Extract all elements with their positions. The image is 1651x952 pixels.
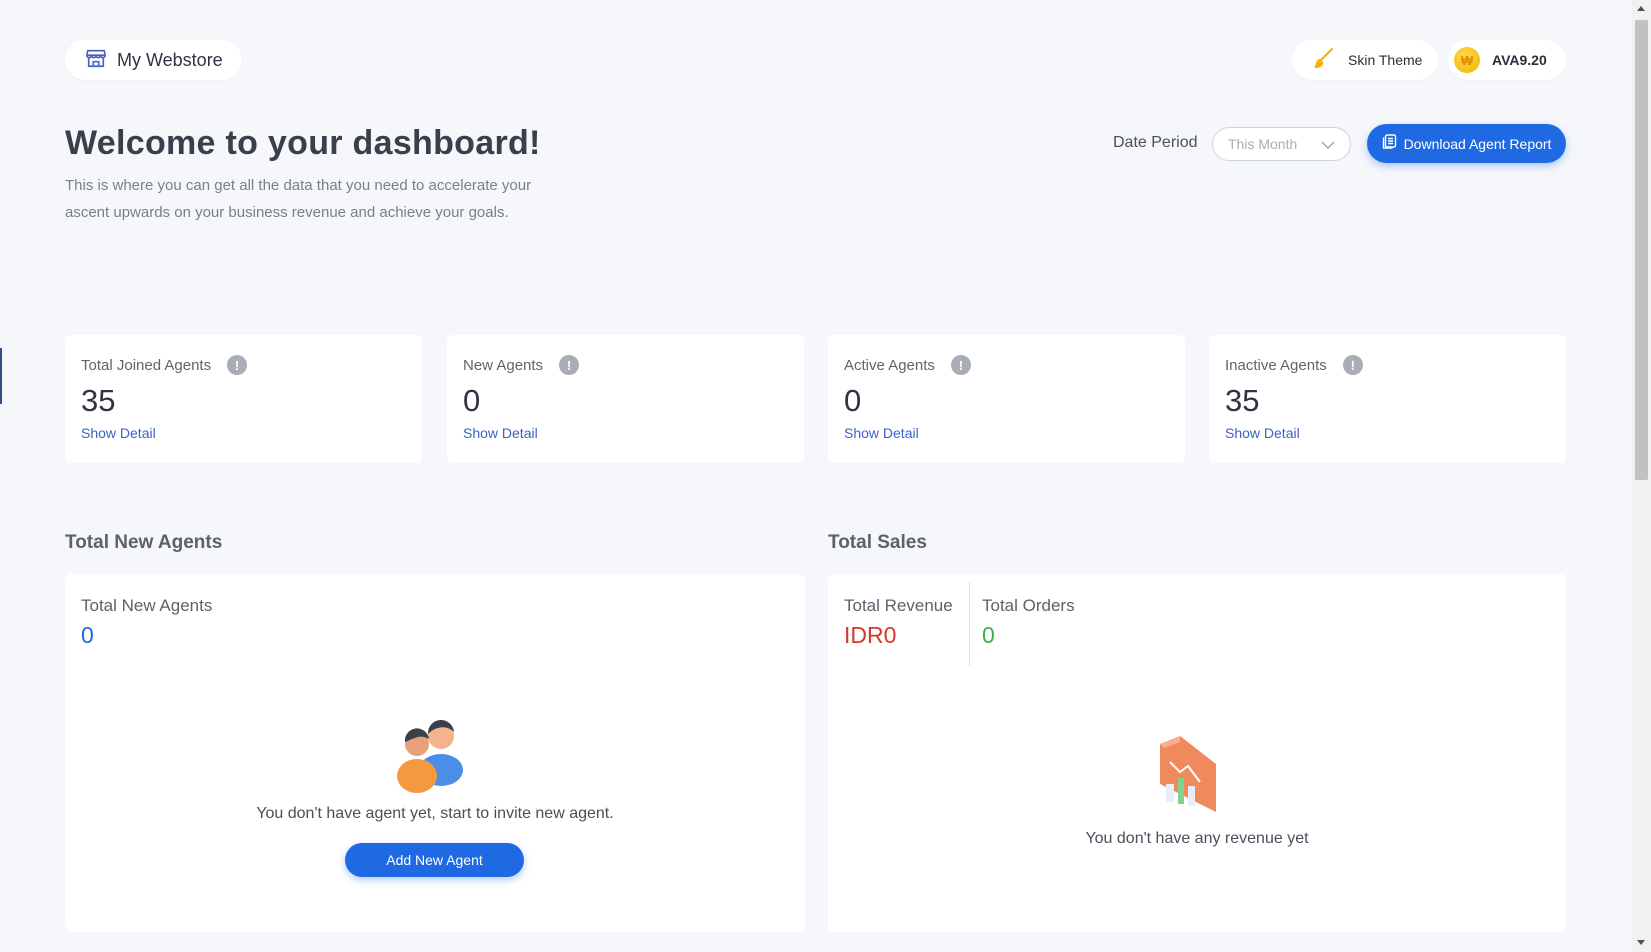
paintbrush-icon <box>1312 46 1336 75</box>
scrollbar-thumb[interactable] <box>1635 20 1648 480</box>
stat-card-new-agents: New Agents ! 0 Show Detail <box>447 335 804 463</box>
no-revenue-message: You don't have any revenue yet <box>1085 830 1309 847</box>
total-revenue-block: Total Revenue IDR0 <box>844 596 953 649</box>
total-new-agents-panel: Total New Agents 0 You don't have agent … <box>65 574 805 932</box>
page-subtitle: This is where you can get all the data t… <box>65 177 532 221</box>
skin-theme-button[interactable]: Skin Theme <box>1292 40 1438 80</box>
balance-label: AVA9.20 <box>1492 52 1547 68</box>
date-period-select[interactable]: This Month <box>1212 127 1351 161</box>
chevron-down-icon <box>1320 137 1336 156</box>
total-new-agents-value: 0 <box>81 622 94 648</box>
document-icon <box>1382 134 1397 153</box>
total-new-agents-section-title: Total New Agents <box>65 532 223 553</box>
stat-card-total-joined-agents: Total Joined Agents ! 35 Show Detail <box>65 335 422 463</box>
show-detail-link[interactable]: Show Detail <box>1225 425 1300 441</box>
left-edge-indicator <box>0 348 2 404</box>
stat-label: New Agents <box>463 356 544 374</box>
stat-card-inactive-agents: Inactive Agents ! 35 Show Detail <box>1209 335 1566 463</box>
total-revenue-label: Total Revenue <box>844 596 953 615</box>
info-icon[interactable]: ! <box>950 355 971 375</box>
info-icon[interactable]: ! <box>559 355 580 375</box>
dashboard-page: My Webstore Skin Theme ₩ AVA9.20 Welcome… <box>0 0 1632 952</box>
download-agent-report-label: Download Agent Report <box>1403 135 1552 152</box>
total-orders-label: Total Orders <box>982 596 1075 615</box>
stat-value: 35 <box>1225 383 1260 418</box>
stat-value: 0 <box>844 383 862 418</box>
total-sales-panel: Total Revenue IDR0 Total Orders 0 You do… <box>828 574 1566 932</box>
store-selector[interactable]: My Webstore <box>65 40 242 80</box>
stat-label: Total Joined Agents <box>81 356 212 374</box>
no-agents-message: You don't have agent yet, start to invit… <box>256 805 614 822</box>
total-revenue-value: IDR0 <box>844 622 897 648</box>
scroll-up-icon[interactable] <box>1637 6 1645 11</box>
page-title: Welcome to your dashboard! <box>65 124 541 162</box>
total-new-agents-label: Total New Agents <box>81 596 213 615</box>
total-sales-section-title: Total Sales <box>828 532 927 553</box>
vertical-scrollbar[interactable] <box>1632 0 1651 952</box>
download-agent-report-button[interactable]: Download Agent Report <box>1367 124 1566 163</box>
revenue-chart-illustration <box>1156 734 1222 818</box>
stat-label: Inactive Agents <box>1225 356 1327 374</box>
info-icon[interactable]: ! <box>227 355 248 375</box>
stat-value: 35 <box>81 383 116 418</box>
total-orders-value: 0 <box>982 622 995 648</box>
balance-button[interactable]: ₩ AVA9.20 <box>1448 40 1566 80</box>
show-detail-link[interactable]: Show Detail <box>463 425 538 441</box>
store-label: My Webstore <box>117 49 223 70</box>
coin-icon: ₩ <box>1454 47 1480 73</box>
total-orders-block: Total Orders 0 <box>982 596 1075 649</box>
date-period-label: Date Period <box>1113 134 1198 151</box>
add-new-agent-button[interactable]: Add New Agent <box>345 843 524 877</box>
show-detail-link[interactable]: Show Detail <box>81 425 156 441</box>
stat-value: 0 <box>463 383 481 418</box>
stat-label: Active Agents <box>844 356 935 374</box>
agents-illustration <box>393 714 483 794</box>
skin-theme-label: Skin Theme <box>1348 52 1423 68</box>
show-detail-link[interactable]: Show Detail <box>844 425 919 441</box>
info-icon[interactable]: ! <box>1342 355 1363 375</box>
store-icon <box>85 47 107 74</box>
divider <box>969 582 970 666</box>
stat-card-active-agents: Active Agents ! 0 Show Detail <box>828 335 1185 463</box>
date-period-value: This Month <box>1228 136 1298 152</box>
scroll-down-icon[interactable] <box>1637 940 1645 945</box>
